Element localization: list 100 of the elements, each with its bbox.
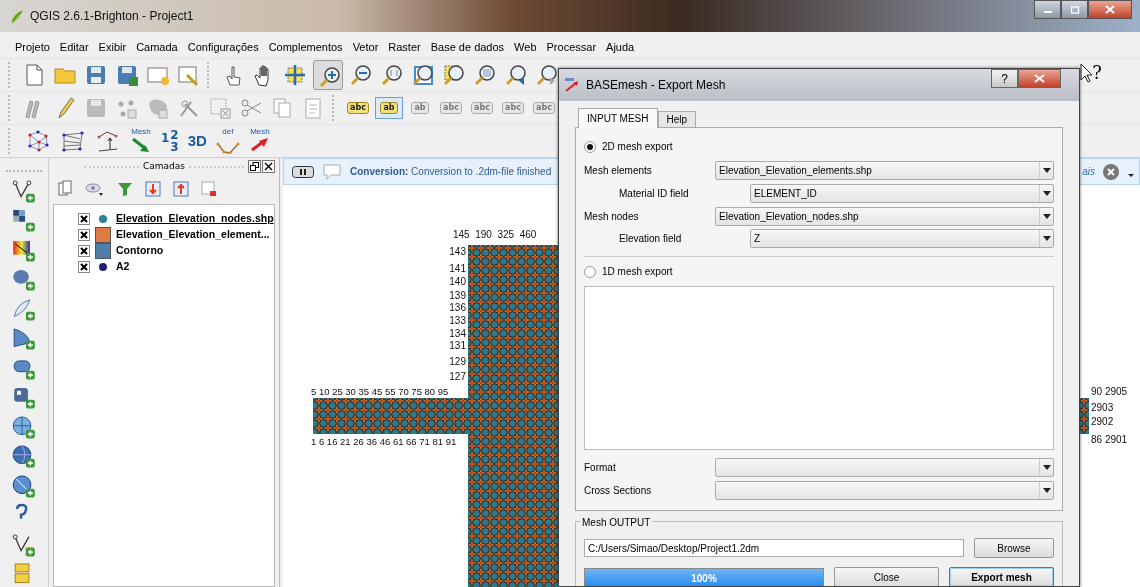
- dropdown[interactable]: Elevation_Elevation_nodes.shp: [715, 206, 1054, 226]
- zoom-full-icon[interactable]: [411, 63, 435, 87]
- caret-icon[interactable]: [1042, 236, 1051, 242]
- globe-icon[interactable]: [11, 473, 37, 499]
- caret-icon[interactable]: [1042, 190, 1051, 196]
- menu-item[interactable]: Complementos: [263, 38, 348, 56]
- layer-checkbox[interactable]: [78, 229, 90, 241]
- path-field[interactable]: C:/Users/Simao/Desktop/Project1.2dm: [584, 539, 964, 557]
- menu-item[interactable]: Raster: [383, 38, 426, 56]
- zoom-out-icon[interactable]: [349, 63, 373, 87]
- layer-name[interactable]: A2: [116, 259, 130, 275]
- add-vector-layer-icon[interactable]: [11, 178, 37, 204]
- mesh-export-label[interactable]: Mesh: [250, 128, 270, 136]
- menu-item[interactable]: Web: [509, 38, 542, 56]
- speech-bubble-icon: [322, 162, 342, 181]
- menu-item[interactable]: Processar: [541, 38, 602, 56]
- whats-this-glyph[interactable]: ?: [1092, 64, 1102, 82]
- number-label[interactable]: 3: [170, 141, 179, 153]
- node-label: 86 2901: [1091, 434, 1128, 445]
- radio-button[interactable]: [584, 265, 596, 278]
- layer-name[interactable]: Contorno: [116, 243, 164, 259]
- menu-item[interactable]: Ajuda: [601, 38, 640, 56]
- menu-item[interactable]: Configurações: [182, 38, 264, 56]
- maximize-button[interactable]: [1061, 0, 1088, 19]
- add-wms-layer-icon[interactable]: [11, 385, 37, 410]
- z-axis-icon[interactable]: [96, 129, 120, 153]
- layer-checkbox[interactable]: [78, 245, 90, 257]
- layer-checkbox[interactable]: [78, 261, 90, 273]
- feather-icon[interactable]: [11, 296, 37, 322]
- tab[interactable]: INPUT MESH: [578, 108, 658, 128]
- mesh-import-label[interactable]: Mesh: [131, 128, 151, 136]
- field-label: Mesh nodes: [584, 209, 640, 224]
- expand-all-icon[interactable]: [145, 181, 161, 197]
- node-label: 131: [449, 340, 466, 351]
- dropdown[interactable]: Elevation_Elevation_elements.shp: [715, 160, 1054, 180]
- mesh-network-icon[interactable]: [26, 129, 50, 153]
- browse-button[interactable]: Browse: [974, 538, 1054, 558]
- zoom-actual-size-icon[interactable]: [380, 63, 404, 87]
- save-icon[interactable]: [84, 63, 108, 87]
- node-label: 5 10 25 30 35 45 55 70 75 80 95: [311, 386, 449, 397]
- minimize-button[interactable]: [1034, 0, 1061, 19]
- zoom-next-icon[interactable]: [535, 63, 559, 87]
- menu-item[interactable]: Vetor: [347, 38, 384, 56]
- menu-item[interactable]: Base de dados: [425, 38, 510, 56]
- add-raster-layer-icon[interactable]: [11, 208, 37, 233]
- filter-icon[interactable]: [117, 181, 133, 197]
- radio-button[interactable]: [584, 140, 596, 153]
- scissors-icon[interactable]: [239, 96, 263, 120]
- wedge-icon[interactable]: [11, 326, 37, 351]
- menu-item[interactable]: Camada: [131, 38, 183, 56]
- dropdown[interactable]: ELEMENT_ID: [750, 183, 1054, 203]
- save-as-icon[interactable]: [115, 63, 139, 87]
- label-tool[interactable]: ab: [376, 98, 402, 118]
- caret-icon[interactable]: [1042, 213, 1051, 219]
- zoom-to-selection-icon[interactable]: [442, 63, 466, 87]
- zoom-to-layer-icon[interactable]: [473, 63, 497, 87]
- caret-icon[interactable]: [1042, 167, 1051, 173]
- pause-icon[interactable]: [292, 165, 314, 178]
- layer-name[interactable]: Elevation_Elevation_element...: [116, 227, 270, 243]
- arrow-icon[interactable]: [130, 136, 152, 154]
- globe-icon[interactable]: [11, 444, 37, 469]
- add-database-layer-icon[interactable]: [11, 267, 37, 292]
- add-vector-layer-icon[interactable]: [11, 532, 37, 558]
- composer-manager-icon[interactable]: [177, 63, 201, 87]
- node-label: 129: [449, 356, 466, 367]
- add-group-icon[interactable]: [57, 180, 73, 198]
- more-link[interactable]: ais: [1082, 164, 1095, 179]
- view-3d-label[interactable]: 3D: [187, 129, 207, 153]
- menu-item[interactable]: Exibir: [93, 38, 132, 56]
- number-label[interactable]: 2: [170, 129, 179, 141]
- caret-icon[interactable]: [1042, 465, 1051, 471]
- visibility-icon[interactable]: [85, 181, 105, 197]
- node-label: 141: [449, 263, 466, 274]
- tab[interactable]: Help: [657, 111, 697, 127]
- caret-icon[interactable]: [1042, 488, 1051, 494]
- def-label[interactable]: def: [222, 128, 234, 136]
- arrow-icon[interactable]: [248, 136, 271, 154]
- node-label: 145 190 325 460: [453, 229, 537, 240]
- dialog-button[interactable]: Close: [834, 567, 939, 586]
- menu-item[interactable]: Projeto: [10, 38, 55, 56]
- collapse-all-icon[interactable]: [173, 181, 189, 197]
- dialog-button[interactable]: Export mesh: [949, 567, 1054, 586]
- node-label: 2902: [1091, 416, 1114, 427]
- close-button[interactable]: [1088, 0, 1132, 19]
- remove-layer-icon[interactable]: [201, 181, 217, 197]
- label-tool[interactable]: ab: [407, 98, 433, 118]
- dropdown[interactable]: Z: [750, 229, 1054, 249]
- globe-icon[interactable]: [11, 414, 37, 440]
- layer-checkbox[interactable]: [78, 213, 90, 225]
- qgis-logo-icon: [8, 8, 24, 24]
- arrow-cursor-icon[interactable]: [1080, 63, 1093, 83]
- mesh-outline-icon[interactable]: [61, 129, 85, 153]
- help-button[interactable]: ?: [991, 69, 1018, 88]
- pan-to-selection-icon[interactable]: [283, 63, 307, 87]
- zoom-last-icon[interactable]: [504, 63, 528, 87]
- layer-name[interactable]: Elevation_Elevation_nodes.shp: [116, 211, 274, 227]
- menu-item[interactable]: Editar: [54, 38, 94, 56]
- node-label: 1 6 16 21 26 36 46 61 66 71 81 91: [311, 436, 457, 447]
- number-label[interactable]: 1: [161, 129, 170, 147]
- node-label: 136: [449, 302, 466, 313]
